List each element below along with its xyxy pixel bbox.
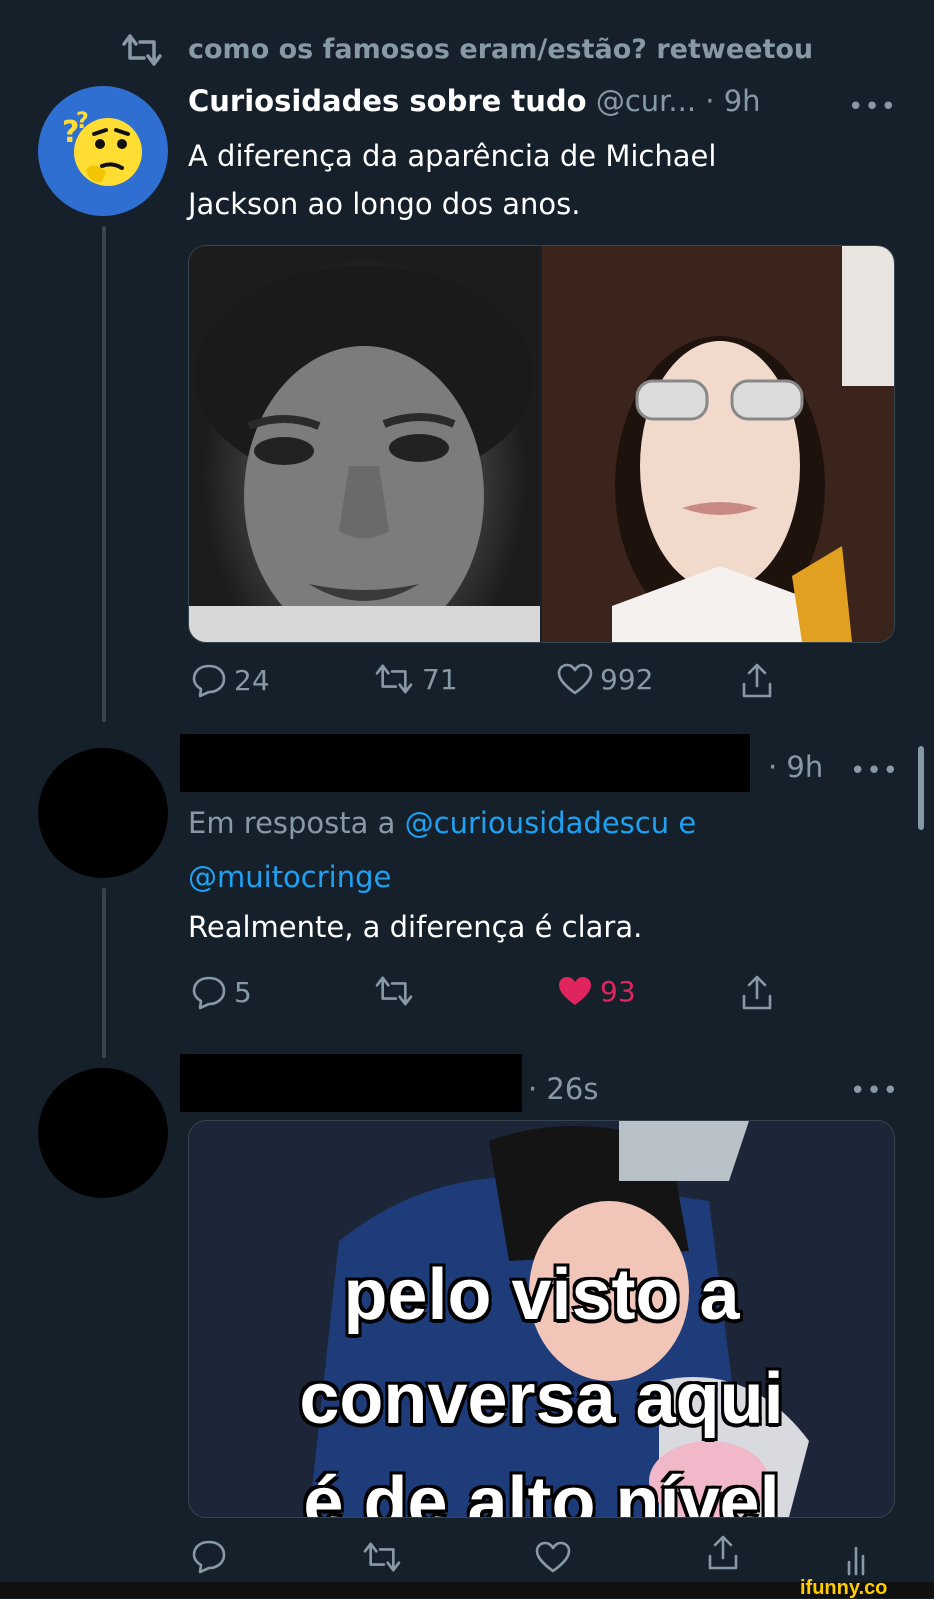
tweet-text-line: A diferença da aparência de Michael xyxy=(188,139,717,173)
svg-text:?: ? xyxy=(76,109,89,134)
reply-icon xyxy=(192,664,226,698)
timestamp[interactable]: · 9h xyxy=(768,750,823,784)
meme-caption-line: conversa aqui xyxy=(299,1359,784,1439)
analytics-button[interactable] xyxy=(846,1540,870,1576)
thread-line xyxy=(102,888,106,1058)
like-count: 93 xyxy=(600,974,636,1008)
redacted-name xyxy=(180,1054,522,1112)
meme-image[interactable]: pelo visto a conversa aqui é de alto nív… xyxy=(188,1120,895,1518)
retweet-button[interactable] xyxy=(372,974,422,1008)
share-icon xyxy=(742,975,772,1010)
reply-count: 5 xyxy=(234,975,252,1009)
like-button[interactable]: 992 xyxy=(556,662,653,696)
mention-conjunction: e xyxy=(678,806,697,840)
watermark-logo: ifunny.co xyxy=(800,1577,888,1599)
share-icon xyxy=(708,1535,738,1570)
photo-left[interactable] xyxy=(189,246,540,642)
retweet-context-text[interactable]: como os famosos eram/estão? retweetou xyxy=(188,34,813,65)
heart-icon xyxy=(557,663,593,695)
reply-icon xyxy=(192,1540,226,1574)
mention-link[interactable]: @curiousidadescu xyxy=(405,806,669,840)
avatar[interactable]: ? ? xyxy=(38,86,168,216)
meme-caption: pelo visto a conversa aqui é de alto nív… xyxy=(189,1243,894,1518)
reply-button[interactable]: 24 xyxy=(190,662,270,698)
like-count: 992 xyxy=(600,662,654,696)
retweet-count: 71 xyxy=(422,662,458,696)
more-options-button[interactable]: ••• xyxy=(850,758,899,784)
share-button[interactable] xyxy=(740,662,774,700)
display-name[interactable]: Curiosidades sobre tudo xyxy=(188,84,587,118)
mention-link[interactable]: @muitocringe xyxy=(188,860,391,894)
more-options-button[interactable]: ••• xyxy=(850,1078,899,1104)
like-button[interactable]: 93 xyxy=(556,974,636,1008)
reply-button[interactable] xyxy=(190,1538,228,1574)
scrollbar[interactable] xyxy=(918,746,924,830)
tweet-1-text: A diferença da aparência de Michael Jack… xyxy=(188,132,716,228)
photo-right[interactable] xyxy=(542,246,894,642)
thread-line xyxy=(102,226,106,722)
tweet-text-line: Jackson ao longo dos anos. xyxy=(188,187,581,221)
timestamp[interactable]: · 26s xyxy=(528,1072,598,1106)
avatar[interactable] xyxy=(38,1068,168,1198)
heart-filled-icon xyxy=(559,977,591,1005)
reply-button[interactable]: 5 xyxy=(190,974,252,1010)
share-button[interactable] xyxy=(706,1534,740,1572)
heart-icon xyxy=(535,1541,571,1573)
tweet-text: Realmente, a diferença é clara. xyxy=(188,910,643,944)
retweet-icon xyxy=(122,34,162,66)
meme-caption-line: pelo visto a xyxy=(343,1255,740,1335)
tweet-1-header: Curiosidades sobre tudo @cur... · 9h xyxy=(188,84,761,118)
meme-caption-line: é de alto nível xyxy=(303,1463,780,1518)
reply-count: 24 xyxy=(234,663,270,697)
retweet-icon xyxy=(363,1542,401,1572)
reply-context-line: Em resposta a @curiousidadescu e xyxy=(188,796,868,850)
avatar[interactable] xyxy=(38,748,168,878)
share-button[interactable] xyxy=(740,974,774,1012)
timestamp[interactable]: · 9h xyxy=(705,84,760,118)
tweet-media[interactable] xyxy=(188,245,895,643)
thinking-face-icon: ? ? xyxy=(62,109,142,186)
reply-context: Em resposta a @curiousidadescu e @muitoc… xyxy=(188,796,868,904)
like-button[interactable] xyxy=(534,1540,572,1574)
share-icon xyxy=(742,663,772,698)
handle[interactable]: @cur... xyxy=(596,84,696,118)
reply-prefix: Em resposta a xyxy=(188,806,396,840)
retweet-icon xyxy=(375,976,413,1006)
analytics-icon xyxy=(847,1546,865,1576)
retweet-icon xyxy=(375,664,413,694)
retweet-button[interactable] xyxy=(360,1540,404,1574)
reply-icon xyxy=(192,976,226,1010)
redacted-name xyxy=(180,734,750,792)
watermark-bar xyxy=(0,1582,934,1598)
more-options-button[interactable]: ••• xyxy=(848,94,897,120)
retweet-button[interactable]: 71 xyxy=(372,662,458,696)
